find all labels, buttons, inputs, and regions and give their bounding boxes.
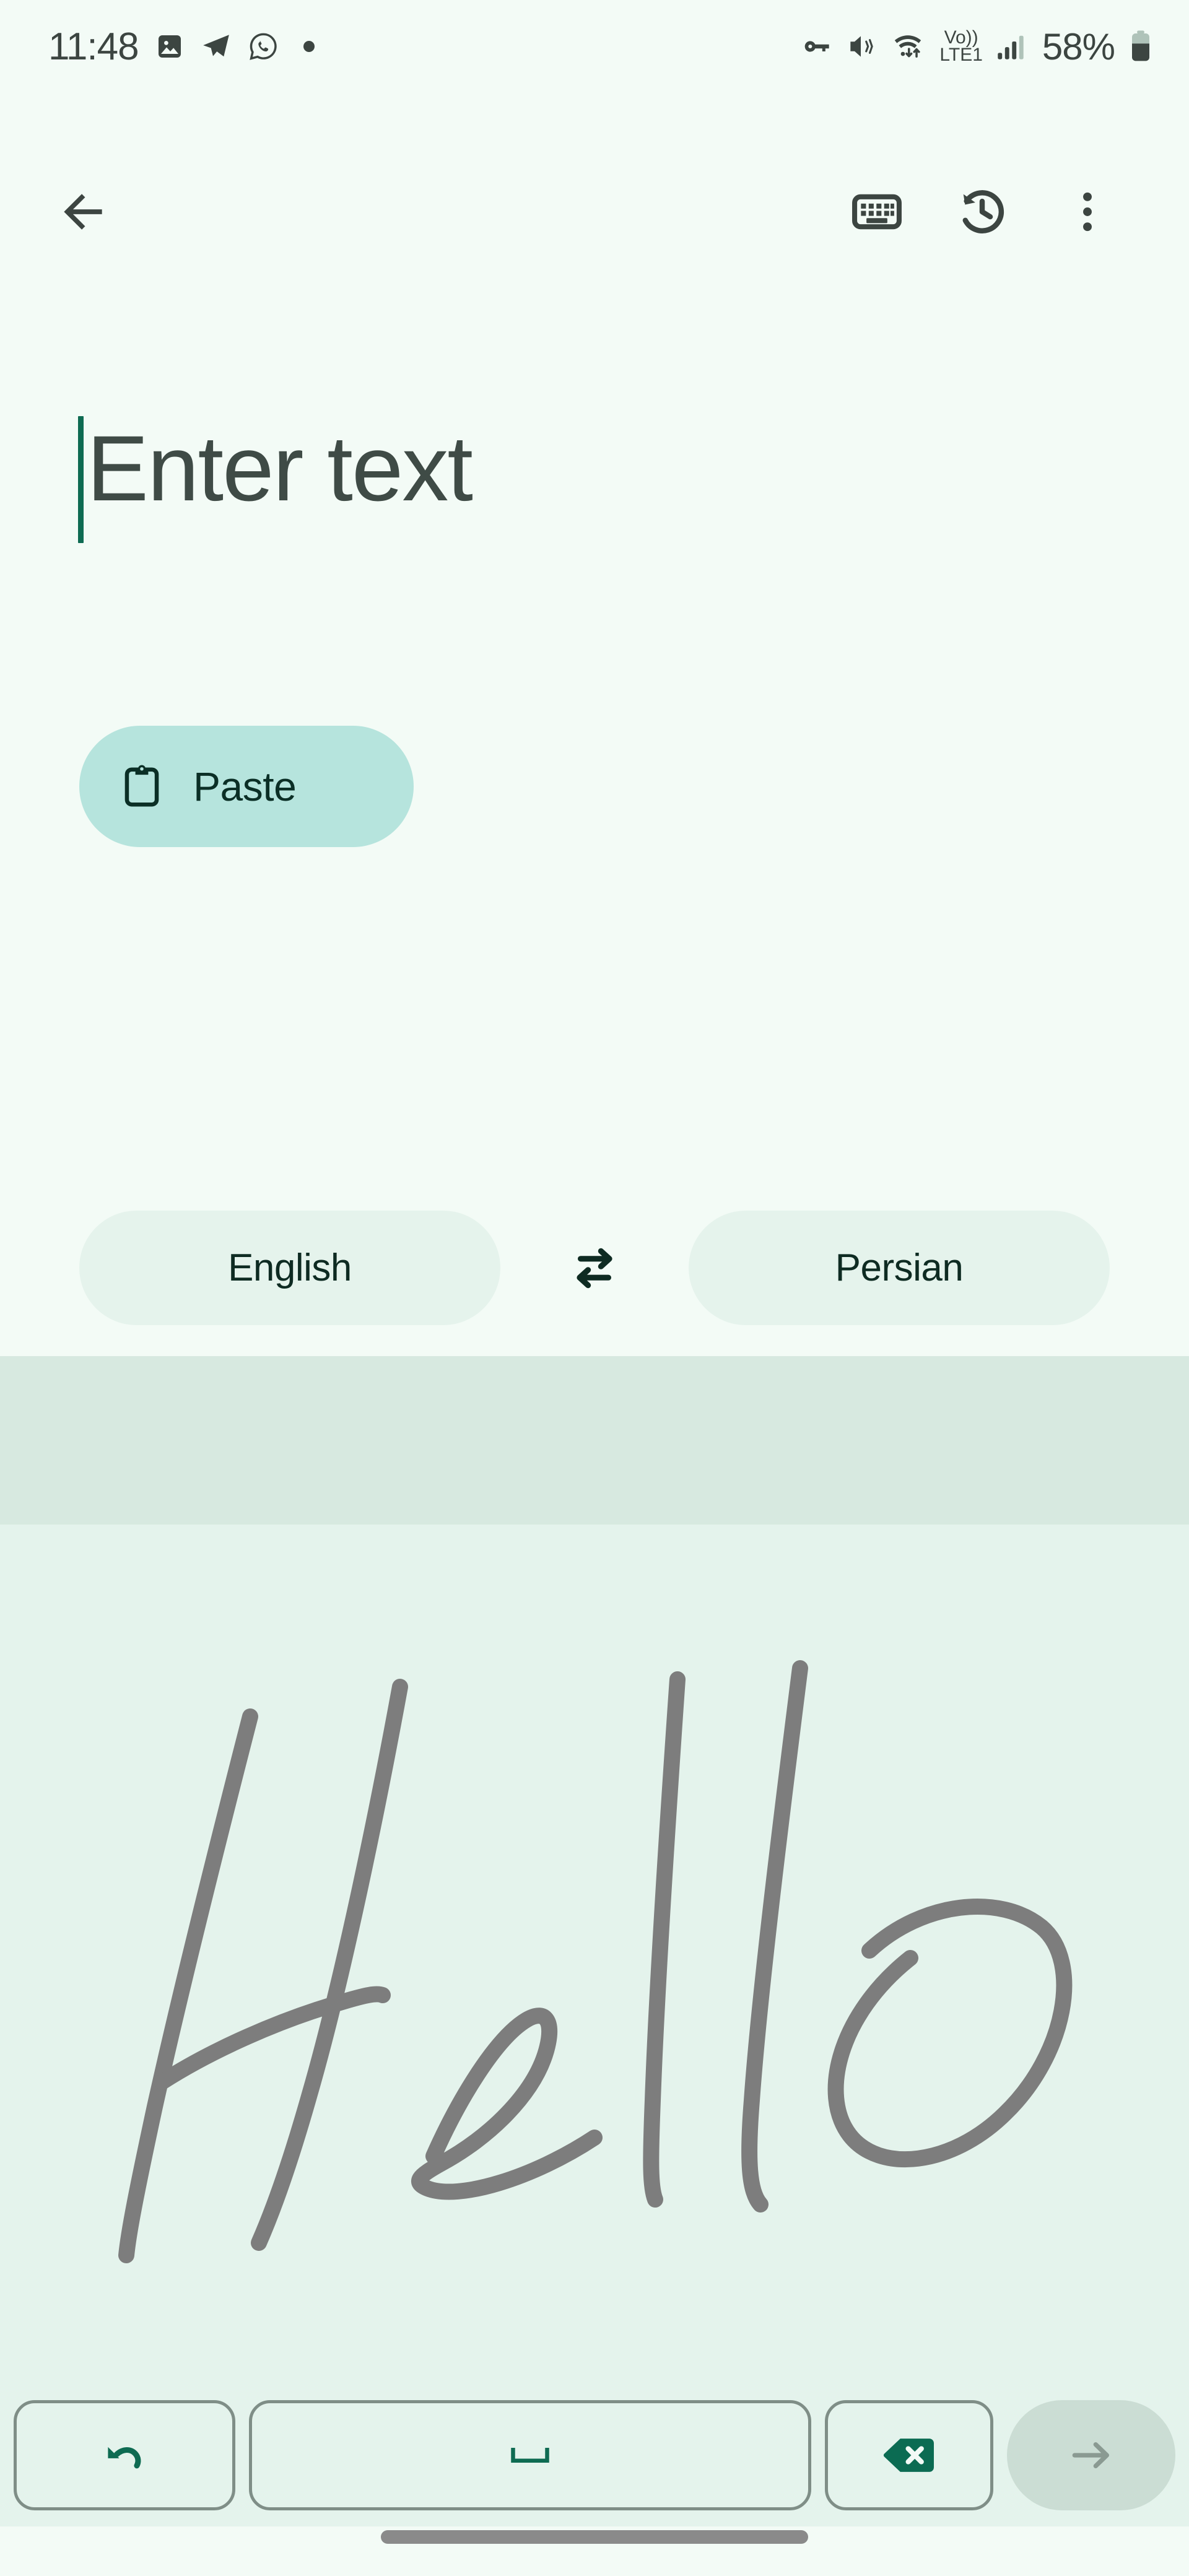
- handwriting-strokes: [118, 1660, 1073, 2263]
- backspace-key[interactable]: [825, 2400, 993, 2510]
- status-bar: 11:48 Vo)) LTE1 58%: [0, 0, 1189, 93]
- photo-icon: [155, 32, 185, 61]
- target-language-button[interactable]: Persian: [689, 1211, 1110, 1325]
- volte-top-label: Vo)): [944, 27, 978, 48]
- handwriting-keyboard-row: [0, 2384, 1189, 2526]
- telegram-icon: [201, 31, 232, 62]
- paste-button[interactable]: Paste: [79, 726, 414, 847]
- handwriting-canvas[interactable]: [0, 1525, 1189, 2384]
- submit-key[interactable]: [1007, 2400, 1175, 2510]
- signal-bars-icon: [996, 32, 1025, 61]
- undo-icon: [98, 2429, 150, 2481]
- volte-bottom-label: LTE1: [939, 45, 983, 65]
- status-bar-clock: 11:48: [48, 25, 139, 68]
- text-cursor: [78, 416, 84, 543]
- keyboard-icon[interactable]: [850, 185, 904, 239]
- source-language-label: English: [228, 1247, 352, 1289]
- status-bar-left: 11:48: [48, 25, 315, 69]
- app-toolbar: [0, 156, 1189, 268]
- swap-arrows-icon: [565, 1238, 624, 1298]
- history-icon[interactable]: [954, 183, 1011, 240]
- backspace-icon: [881, 2432, 938, 2478]
- text-input-placeholder[interactable]: Enter text: [87, 396, 473, 541]
- space-icon: [508, 2441, 552, 2469]
- back-arrow-icon[interactable]: [54, 183, 111, 240]
- text-input-area[interactable]: Enter text: [0, 396, 1189, 582]
- volte-icon: Vo)) LTE1: [939, 27, 983, 65]
- paste-button-label: Paste: [193, 764, 297, 809]
- volume-vibrate-icon: [845, 31, 876, 62]
- system-gesture-bar[interactable]: [381, 2530, 808, 2544]
- more-options-icon[interactable]: [1060, 185, 1115, 239]
- translate-handwriting-screen: 11:48 Vo)) LTE1 58% Enter text Paste Eng…: [0, 0, 1189, 2576]
- undo-key[interactable]: [14, 2400, 235, 2510]
- notification-dot-icon: [303, 41, 315, 52]
- space-key[interactable]: [249, 2400, 811, 2510]
- target-language-label: Persian: [835, 1247, 964, 1289]
- clipboard-icon: [118, 762, 166, 811]
- app-toolbar-left: [0, 183, 291, 240]
- language-selector: English Persian: [0, 1211, 1189, 1325]
- battery-percent-label: 58%: [1042, 25, 1115, 67]
- vpn-key-icon: [799, 30, 832, 63]
- swap-languages-button[interactable]: [500, 1238, 689, 1298]
- status-bar-right: Vo)) LTE1 58%: [799, 25, 1153, 68]
- battery-icon: [1128, 29, 1153, 64]
- suggestion-strip[interactable]: [0, 1356, 1189, 1525]
- whatsapp-icon: [248, 31, 279, 62]
- source-language-button[interactable]: English: [79, 1211, 500, 1325]
- enter-arrow-icon: [1066, 2430, 1116, 2480]
- app-toolbar-actions: [850, 183, 1189, 240]
- wifi-data-icon: [890, 30, 926, 63]
